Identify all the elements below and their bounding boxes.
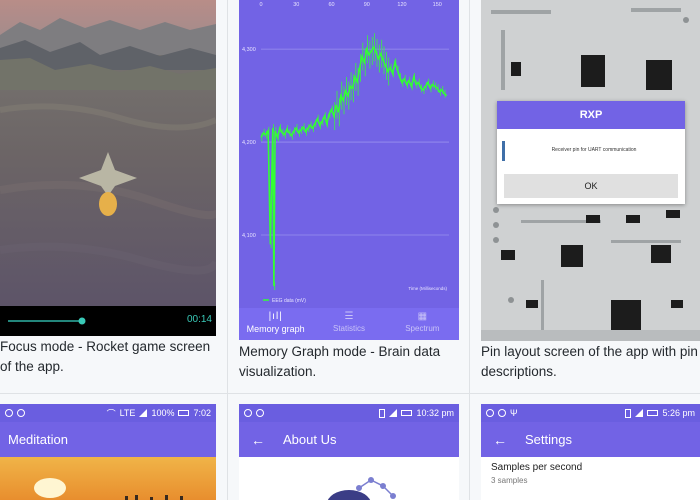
x-tick-label: 0 [259,2,262,8]
about-us-screenshot[interactable]: 10:32 pm ← About Us [239,404,459,500]
settings-screenshot[interactable]: Ψ 5:26 pm ← Settings Samples per second … [481,404,700,500]
app-bar: Meditation [0,422,216,457]
pin-layout-screenshot[interactable]: RXP Receiver pin for UART communication … [481,0,700,341]
caption-line: Memory Graph mode - Brain data [239,344,441,359]
memory-graph-screenshot[interactable]: 4,100 4,200 4,300 0 30 60 90 120 150 EEG data (mV… [239,0,459,340]
focus-mode-screenshot[interactable]: 00:14 [0,0,216,336]
battery-percent: 100% [151,408,175,418]
pin-caption: Pin layout screen of the app with pin de… [481,342,700,382]
nav-label: Spectrum [405,324,440,333]
nav-label: Memory graph [246,324,305,334]
sunset-image [0,457,216,500]
notification-icon [5,409,13,417]
y-tick-label: 4,200 [242,140,256,146]
signal-icon [389,409,398,417]
notification-icon [244,409,252,417]
battery-icon [647,410,659,416]
caption-line: Pin layout screen of the app with pin [481,344,698,359]
logo-graphic [327,477,396,500]
row-divider [0,393,700,394]
memory-caption: Memory Graph mode - Brain data visualiza… [239,342,467,382]
x-tick-label: 90 [364,2,370,8]
status-bar: ⌒ LTE 100% 7:02 [0,404,216,422]
setting-title: Samples per second [491,462,583,473]
dialog-text: Receiver pin for UART communication [551,147,637,153]
column-divider [227,0,228,500]
column-divider [469,0,470,500]
caption-line: visualization. [239,364,317,379]
x-tick-label: 120 [397,2,406,8]
app-bar: ← About Us [239,422,459,457]
battery-icon [401,410,413,416]
seek-handle [78,317,86,325]
nav-spectrum[interactable]: ▦ Spectrum [386,308,459,340]
app-bar-title: Meditation [8,432,68,447]
bottom-navigation: |ıl| Memory graph ☰ Statistics ▦ Spectru… [239,308,459,340]
meditation-screenshot[interactable]: ⌒ LTE 100% 7:02 Meditation [0,404,216,500]
phone-icon [379,408,386,418]
status-time: 5:26 pm [662,408,695,418]
notification-icon [17,409,25,417]
playback-time: 00:14 [186,314,212,325]
status-bar: Ψ 5:26 pm [481,404,700,422]
battery-icon [178,410,190,416]
notification-icon [498,409,506,417]
usb-icon: Ψ [510,408,518,418]
ok-button[interactable]: OK [504,174,678,198]
waveform-icon: |ıl| [268,311,283,322]
pin-description-dialog: RXP Receiver pin for UART communication … [497,101,685,204]
app-bar: ← Settings [481,422,700,457]
status-time: 10:32 pm [416,408,454,418]
x-axis-title: Time (Milliseconds) [408,286,447,291]
x-tick-label: 150 [433,2,442,8]
setting-samples-per-second[interactable]: Samples per second 3 samples [491,462,691,485]
dialog-title: RXP [497,101,685,129]
spectrum-icon: ▦ [417,311,428,322]
legend-label: EEG data (mV) [272,298,306,304]
signal-icon [635,409,644,417]
focus-caption: Focus mode - Rocket game screen of the a… [0,337,222,377]
caption-line: descriptions. [481,364,557,379]
app-bar-title: Settings [525,432,572,447]
wifi-icon: ⌒ [106,408,116,419]
y-tick-label: 4,300 [242,47,256,53]
y-tick-label: 4,100 [242,233,256,239]
caption-line: Focus mode - Rocket game screen [0,339,211,354]
setting-value: 3 samples [491,476,528,485]
nav-statistics[interactable]: ☰ Statistics [312,308,385,340]
caption-line: of the app. [0,359,64,374]
eeg-chart: 4,100 4,200 4,300 0 30 60 90 120 150 EEG data (mV… [239,0,459,308]
network-label: LTE [119,408,136,418]
dialog-accent [502,141,505,161]
signal-icon [139,409,148,417]
back-arrow-icon[interactable]: ← [239,432,275,448]
x-tick-label: 60 [328,2,334,8]
phone-icon [625,408,632,418]
back-arrow-icon[interactable]: ← [481,432,517,448]
list-icon: ☰ [344,311,354,322]
nav-label: Statistics [332,324,365,333]
notification-icon [486,409,494,417]
nav-memory-graph[interactable]: |ıl| Memory graph [239,308,312,340]
status-bar: 10:32 pm [239,404,459,422]
app-bar-title: About Us [283,432,337,447]
status-time: 7:02 [193,408,211,418]
rocket-game-scene [0,0,216,336]
x-tick-label: 30 [293,2,299,8]
notification-icon [256,409,264,417]
